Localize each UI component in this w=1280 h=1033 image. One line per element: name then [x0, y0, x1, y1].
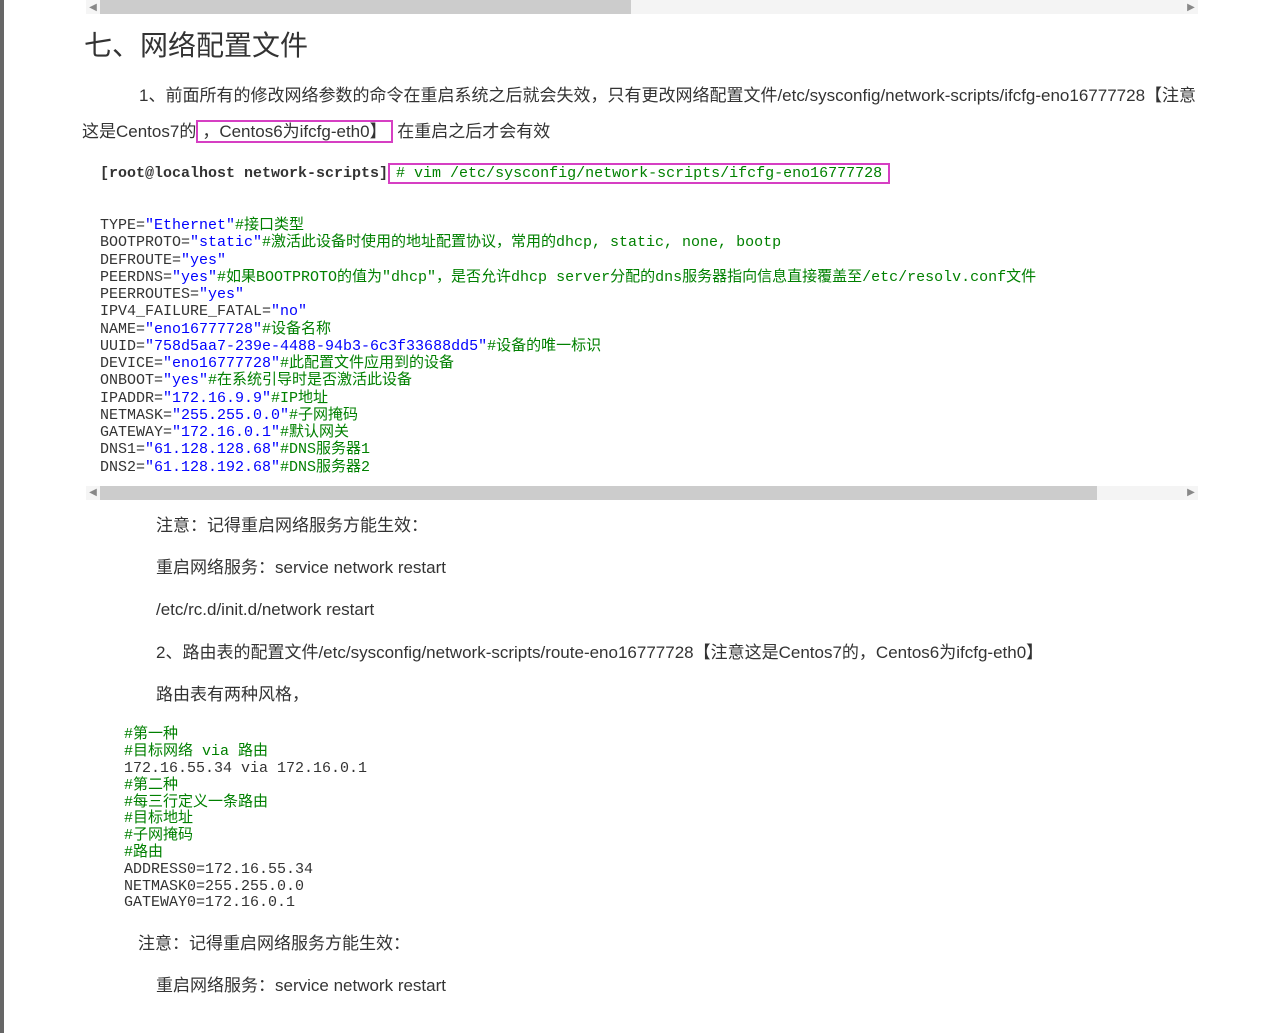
route-styles-note: 路由表有两种风格， [156, 679, 1280, 711]
note-service-restart-2: 重启网络服务：service network restart [156, 970, 1280, 1002]
mid-scrollbar[interactable]: ◀ ▶ [86, 486, 1198, 500]
note-restart-2: 注意：记得重启网络服务方能生效： [138, 928, 1280, 960]
scroll-left-icon[interactable]: ◀ [86, 0, 100, 14]
top-scrollbar[interactable]: ◀ ▶ [86, 0, 1198, 14]
vim-command-block: [root@localhost network-scripts]# vim /e… [86, 159, 1198, 482]
vim-command: # vim /etc/sysconfig/network-scripts/ifc… [388, 163, 890, 184]
scroll-right-icon[interactable]: ▶ [1184, 0, 1198, 14]
document-body: ◀ ▶ 七、网络配置文件 1、前面所有的修改网络参数的命令在重启系统之后就会失效… [4, 0, 1280, 1033]
scrollbar-track[interactable] [100, 486, 1184, 500]
shell-prompt: [root@localhost network-scripts] [100, 165, 388, 182]
scrollbar-thumb[interactable] [100, 0, 631, 14]
note-restart: 注意：记得重启网络服务方能生效： [156, 510, 1280, 542]
route-code-block: #第一种 #目标网络 via 路由 172.16.55.34 via 172.1… [86, 721, 1198, 918]
intro-text-suffix: 在重启之后才会有效 [393, 122, 551, 141]
note-service-restart: 重启网络服务：service network restart [156, 552, 1280, 584]
scrollbar-track[interactable] [100, 0, 1184, 14]
section-heading: 七、网络配置文件 [84, 24, 1280, 64]
scrollbar-thumb[interactable] [100, 486, 1097, 500]
scroll-left-icon[interactable]: ◀ [86, 486, 100, 500]
note-initd-restart: /etc/rc.d/init.d/network restart [156, 594, 1280, 626]
scroll-right-icon[interactable]: ▶ [1184, 486, 1198, 500]
route-file-note: 2、路由表的配置文件/etc/sysconfig/network-scripts… [156, 637, 1280, 669]
intro-paragraph: 1、前面所有的修改网络参数的命令在重启系统之后就会失效，只有更改网络配置文件/e… [82, 78, 1202, 149]
intro-highlight: ，Centos6为ifcfg-eth0】 [196, 120, 392, 143]
